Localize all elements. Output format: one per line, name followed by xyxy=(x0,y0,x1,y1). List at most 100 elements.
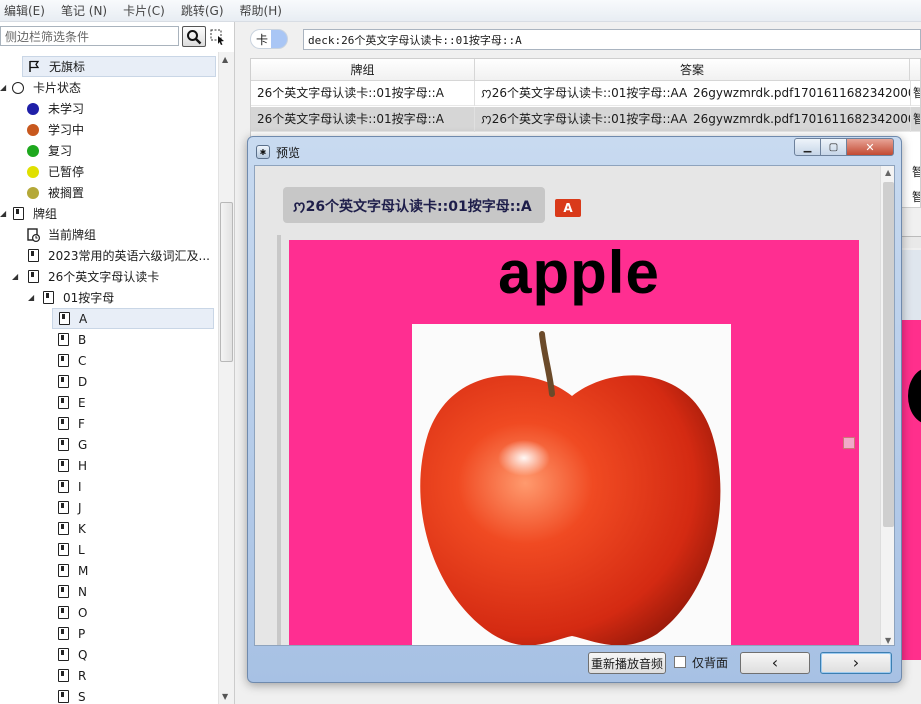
sidebar-item-letter-deck[interactable]: C xyxy=(52,350,86,371)
deck-icon xyxy=(57,312,71,326)
deck-icon xyxy=(56,648,70,662)
sidebar-item-deck-cet6[interactable]: 2023常用的英语六级词汇及... xyxy=(26,245,210,266)
flag-icon xyxy=(27,60,41,74)
scrollbar-thumb[interactable] xyxy=(883,182,894,527)
state-dot-icon xyxy=(26,144,40,158)
status-strip xyxy=(250,683,921,704)
expand-arrow-icon[interactable]: ◢ xyxy=(0,83,10,92)
sidebar-item-no-flag[interactable]: 无旗标 xyxy=(22,56,216,77)
sidebar-item-learning[interactable]: 学习中 xyxy=(26,119,84,140)
cell-extra: 智 xyxy=(910,107,920,132)
sidebar-item-current-deck[interactable]: 当前牌组 xyxy=(26,224,96,245)
sidebar-item-label: Q xyxy=(78,647,88,662)
sidebar-item-new[interactable]: 未学习 xyxy=(26,98,84,119)
sidebar-item-letter-deck[interactable]: B xyxy=(52,329,86,350)
close-button[interactable]: ✕ xyxy=(846,138,894,156)
sidebar-item-letter-deck[interactable]: F xyxy=(52,413,85,434)
sidebar-scrollbar[interactable]: ▲ ▼ xyxy=(218,52,234,704)
apple-photo xyxy=(412,324,731,645)
deck-icon xyxy=(56,333,70,347)
scroll-down-icon[interactable]: ▼ xyxy=(885,636,891,645)
column-header-deck[interactable]: 牌组 xyxy=(251,59,475,81)
sidebar-item-deck-alphabet[interactable]: ◢ 26个英文字母认读卡 xyxy=(12,266,159,287)
table-row-selected[interactable]: 26个英文字母认读卡::01按字母::A ꩀ26个英文字母认读卡::01按字母:… xyxy=(251,107,920,132)
scroll-down-icon[interactable]: ▼ xyxy=(222,692,228,701)
sidebar-item-subdeck-by-letter[interactable]: ◢ 01按字母 xyxy=(28,287,114,308)
sidebar-item-letter-deck[interactable]: K xyxy=(52,518,86,539)
sidebar-item-letter-deck[interactable]: R xyxy=(52,665,86,686)
sidebar-item-letter-deck[interactable]: M xyxy=(52,560,88,581)
maximize-button[interactable]: ▢ xyxy=(820,138,847,156)
sidebar-item-letter-deck[interactable]: N xyxy=(52,581,87,602)
select-cursor-icon xyxy=(210,29,224,45)
sidebar-item-label: G xyxy=(78,437,88,452)
sidebar-search-button[interactable] xyxy=(182,26,206,47)
editor-preview-background xyxy=(902,320,921,660)
scroll-up-icon[interactable]: ▲ xyxy=(222,55,228,64)
sidebar-tree: 无旗标 ◢ 卡片状态 未学习 学习中 复习 已暂停 被搁置 ◢ 牌组 当前牌组 … xyxy=(0,52,218,704)
deck-icon xyxy=(56,459,70,473)
sidebar-item-label: K xyxy=(78,521,86,536)
sidebar-item-letter-deck[interactable]: D xyxy=(52,371,87,392)
selection-tool-button[interactable] xyxy=(208,26,228,47)
cards-notes-toggle[interactable]: 卡 xyxy=(250,29,288,49)
cell-deck: 26个英文字母认读卡::01按字母::A xyxy=(251,81,475,106)
sidebar-item-letter-deck[interactable]: I xyxy=(52,476,82,497)
sidebar-group-card-state[interactable]: ◢ 卡片状态 xyxy=(0,77,216,98)
sidebar-item-label: F xyxy=(78,416,85,431)
deck-icon xyxy=(11,207,25,221)
sidebar-item-buried[interactable]: 被搁置 xyxy=(26,182,84,203)
cell-answer-deck: ꩀ26个英文字母认读卡::01按字母::AA xyxy=(481,112,687,126)
expand-arrow-icon[interactable]: ◢ xyxy=(0,209,10,218)
minimize-button[interactable]: ▁ xyxy=(794,138,821,156)
cell-deck: 26个英文字母认读卡::01按字母::A xyxy=(251,107,475,132)
column-header-answer[interactable]: 答案 xyxy=(475,59,910,81)
sidebar-item-label: 当前牌组 xyxy=(48,228,97,242)
sidebar-item-letter-deck[interactable]: E xyxy=(52,392,86,413)
sidebar-item-letter-deck[interactable]: J xyxy=(52,497,82,518)
sidebar-item-letter-deck[interactable]: L xyxy=(52,539,85,560)
menu-card[interactable]: 卡片(C) xyxy=(115,2,173,19)
sidebar-item-label: 被搁置 xyxy=(48,186,85,200)
sidebar-item-letter-deck[interactable]: P xyxy=(52,623,85,644)
scrollbar-thumb[interactable] xyxy=(220,202,233,362)
browser-search-input[interactable]: deck:26个英文字母认读卡::01按字母::A xyxy=(303,29,921,50)
next-card-button[interactable]: › xyxy=(820,652,892,674)
sidebar-search-input[interactable]: 侧边栏筛选条件 xyxy=(0,26,179,46)
sidebar-group-decks[interactable]: ◢ 牌组 xyxy=(0,203,57,224)
sidebar-item-label: O xyxy=(78,605,88,620)
sidebar-item-label: E xyxy=(78,395,86,410)
menu-note[interactable]: 笔记 (N) xyxy=(53,2,115,19)
menu-go[interactable]: 跳转(G) xyxy=(173,2,232,19)
deck-icon xyxy=(41,291,55,305)
sidebar-item-label: 2023常用的英语六级词汇及... xyxy=(48,249,210,263)
menu-help[interactable]: 帮助(H) xyxy=(232,2,290,19)
editor-divider xyxy=(902,236,921,248)
menu-edit[interactable]: 编辑(E) xyxy=(0,2,53,19)
preview-content: ꩀ26个英文字母认读卡::01按字母::A A apple ▲ ▼ xyxy=(254,165,895,646)
deck-icon xyxy=(56,354,70,368)
expand-arrow-icon[interactable]: ◢ xyxy=(12,272,22,281)
preview-scrollbar[interactable]: ▲ ▼ xyxy=(880,166,894,645)
minimize-icon: ▁ xyxy=(803,141,812,153)
table-row[interactable]: 26个英文字母认读卡::01按字母::A ꩀ26个英文字母认读卡::01按字母:… xyxy=(251,81,920,106)
replay-audio-button[interactable]: 重新播放音频 xyxy=(588,652,666,674)
back-only-checkbox[interactable] xyxy=(674,656,686,668)
sidebar-item-letter-deck[interactable]: G xyxy=(52,434,87,455)
sidebar-item-suspended[interactable]: 已暂停 xyxy=(26,161,84,182)
scroll-up-icon[interactable]: ▲ xyxy=(885,168,891,177)
card-word: apple xyxy=(498,240,660,306)
previous-card-button[interactable]: ‹ xyxy=(740,652,810,674)
sidebar-item-label: 卡片状态 xyxy=(33,81,82,95)
sidebar-item-letter-deck[interactable]: S xyxy=(52,686,86,704)
sidebar-item-letter-deck[interactable]: Q xyxy=(52,644,87,665)
sidebar-item-review[interactable]: 复习 xyxy=(26,140,72,161)
sidebar: 侧边栏筛选条件 无旗标 ◢ 卡片状态 未学习 学习中 复习 已暂停 被搁置 ◢ … xyxy=(0,22,235,704)
sidebar-item-label: 无旗标 xyxy=(49,60,86,74)
sidebar-item-label: 01按字母 xyxy=(63,291,115,305)
sidebar-item-letter-deck[interactable]: H xyxy=(52,455,87,476)
expand-arrow-icon[interactable]: ◢ xyxy=(28,293,38,302)
card-left-rule xyxy=(277,235,281,645)
sidebar-item-letter-deck[interactable]: O xyxy=(52,602,87,623)
sidebar-item-letter-deck[interactable]: A xyxy=(52,308,214,329)
